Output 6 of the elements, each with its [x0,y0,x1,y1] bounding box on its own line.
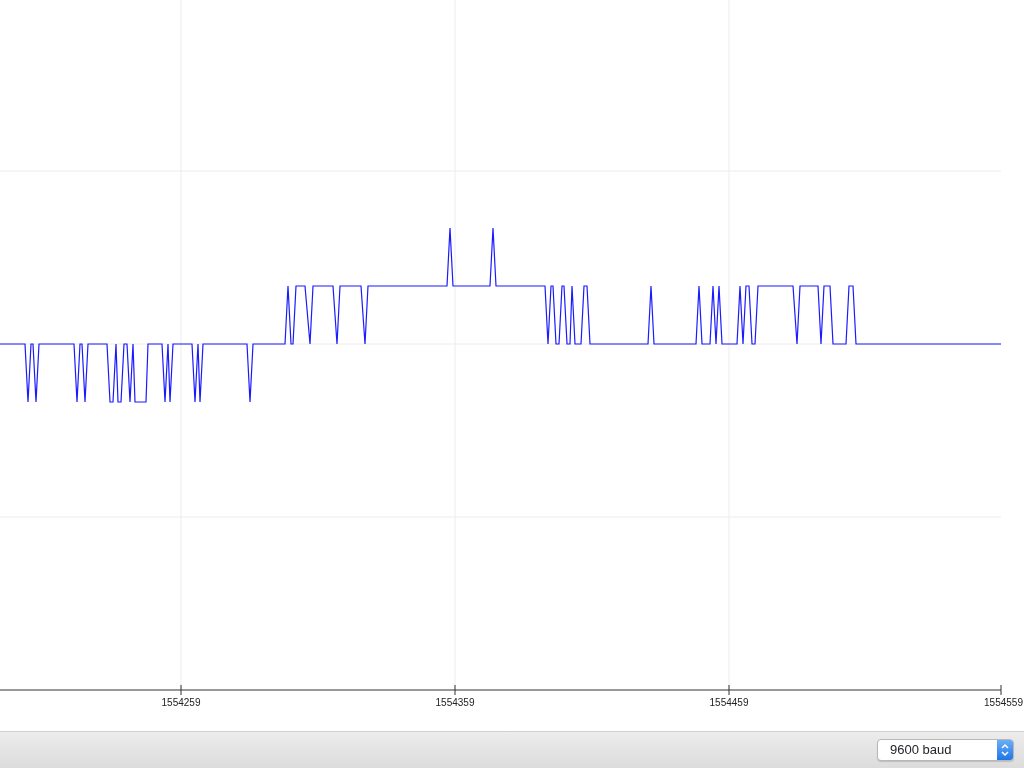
x-tick-label: 1554259 [161,697,201,708]
x-tick-label: 1554559 [984,697,1023,708]
x-tick-label: 1554459 [709,697,749,708]
x-tick-label: 1554359 [435,697,475,708]
stepper-icon [997,740,1013,760]
baud-rate-dropdown[interactable]: 9600 baud [877,739,1014,761]
